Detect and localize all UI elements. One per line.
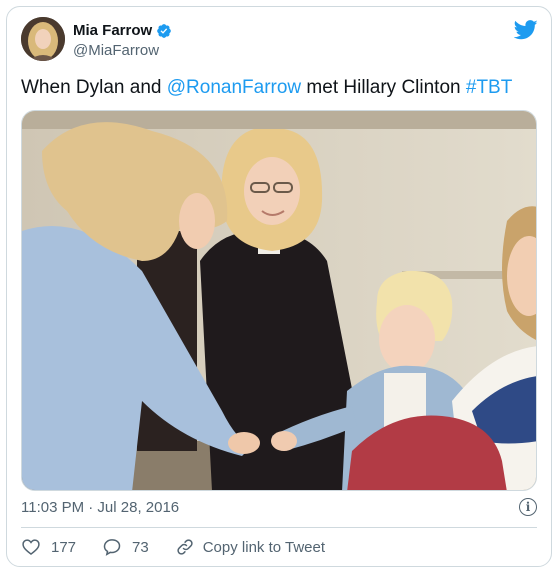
link-icon: [177, 539, 193, 555]
tweet-text-part: When Dylan and: [21, 77, 167, 98]
photo-image: [22, 111, 536, 490]
like-button[interactable]: 177: [21, 537, 76, 557]
copy-link-label: Copy link to Tweet: [202, 538, 326, 556]
tweet-timestamp[interactable]: 11:03 PM · Jul 28, 2016: [21, 499, 179, 516]
reply-count: 73: [132, 538, 149, 556]
like-count: 177: [51, 538, 77, 556]
avatar-image: [21, 17, 65, 61]
tweet-card[interactable]: Mia Farrow @MiaFarrow When Dylan and @Ro…: [6, 6, 552, 567]
divider: [21, 527, 537, 528]
tweet-text: When Dylan and @RonanFarrow met Hillary …: [21, 77, 512, 99]
twitter-bird-icon[interactable]: [514, 19, 538, 41]
action-bar: 177 73 Copy link to Tweet: [21, 537, 351, 557]
author-handle[interactable]: @MiaFarrow: [73, 42, 159, 59]
avatar[interactable]: [21, 17, 65, 61]
reply-bubble-icon: [103, 539, 121, 556]
author-display-name[interactable]: Mia Farrow: [73, 22, 152, 39]
heart-icon: [22, 539, 40, 556]
info-icon[interactable]: i: [519, 498, 537, 516]
reply-button[interactable]: 73: [102, 537, 149, 557]
copy-link-button[interactable]: Copy link to Tweet: [175, 537, 325, 557]
hashtag-link[interactable]: #TBT: [466, 77, 512, 98]
tweet-photo[interactable]: [21, 110, 537, 491]
verified-badge-icon: [157, 23, 172, 38]
mention-link[interactable]: @RonanFarrow: [167, 77, 301, 98]
tweet-text-part: met Hillary Clinton: [301, 77, 466, 98]
